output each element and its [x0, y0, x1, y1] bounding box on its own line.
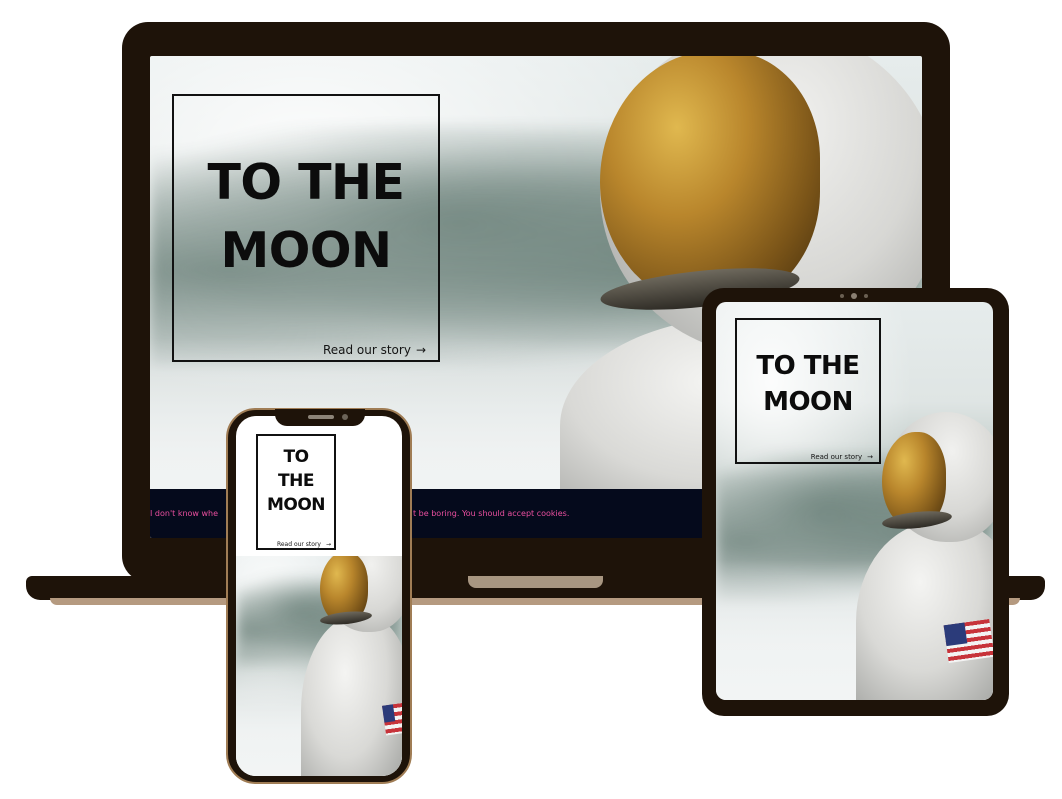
- astronaut-image: [856, 412, 993, 700]
- flag-patch: [943, 618, 993, 664]
- astronaut-image: [301, 556, 402, 776]
- hero-title-line-1: TO THE: [207, 154, 405, 211]
- arrow-right-icon: →: [415, 343, 426, 357]
- tablet-device: TO THE MOON Read our story →: [702, 288, 1009, 716]
- arrow-right-icon: →: [867, 453, 873, 461]
- read-our-story-link[interactable]: Read our story →: [277, 541, 331, 548]
- hero-title-line-3: MOON: [266, 495, 326, 515]
- tablet-screen: TO THE MOON Read our story →: [716, 302, 993, 700]
- hero-title-line-1: TO THE: [756, 351, 860, 381]
- tablet-camera-icon: [840, 293, 870, 299]
- hero-card: TO THE MOON Read our story →: [172, 94, 440, 362]
- hero-title-line-2: MOON: [763, 387, 853, 417]
- hero-card: TO THE MOON Read our story →: [735, 318, 881, 464]
- arrow-right-icon: →: [325, 541, 331, 548]
- hero-background-image: [236, 556, 402, 776]
- read-our-story-label: Read our story: [322, 343, 411, 357]
- read-our-story-link[interactable]: Read our story →: [811, 453, 873, 461]
- laptop-trackpad-notch: [468, 576, 603, 588]
- phone-camera-icon: [342, 414, 348, 420]
- phone-speaker-icon: [308, 415, 334, 419]
- phone-notch: [275, 409, 365, 426]
- read-our-story-link[interactable]: Read our story →: [323, 343, 426, 357]
- cookie-banner-text-left: I don't know whe: [150, 509, 219, 518]
- hero-card: TO THE MOON Read our story →: [256, 434, 336, 550]
- flag-patch: [382, 702, 402, 736]
- hero-title-line-1: TO: [283, 447, 309, 467]
- hero-title-line-2: THE: [278, 471, 314, 491]
- cookie-banner-text-right: t be boring. You should accept cookies.: [413, 509, 570, 518]
- read-our-story-label: Read our story: [810, 453, 863, 461]
- hero-title-line-2: MOON: [220, 222, 392, 279]
- read-our-story-label: Read our story: [276, 541, 321, 548]
- phone-device: TO THE MOON Read our story →: [226, 408, 412, 784]
- phone-screen: TO THE MOON Read our story →: [236, 416, 402, 776]
